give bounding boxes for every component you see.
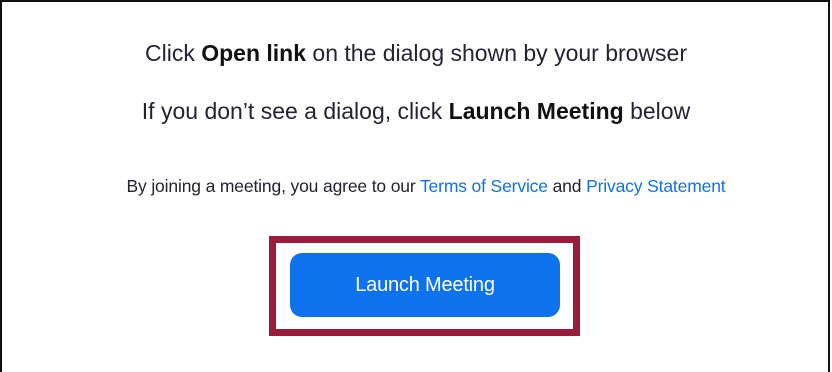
legal-agreement: By joining a meeting, you agree to our T… xyxy=(0,176,832,197)
terms-of-service-link[interactable]: Terms of Service xyxy=(420,176,548,196)
instruction-emphasis-open-link: Open link xyxy=(201,40,307,66)
launch-meeting-button[interactable]: Launch Meeting xyxy=(290,253,560,317)
instruction-text: on the dialog shown by your browser xyxy=(306,40,688,66)
instruction-emphasis-launch-meeting: Launch Meeting xyxy=(448,98,624,124)
instruction-open-link: Click Open link on the dialog shown by y… xyxy=(0,40,832,67)
legal-text: and xyxy=(547,176,587,196)
instruction-text: below xyxy=(623,98,691,124)
legal-text: By joining a meeting, you agree to our xyxy=(126,176,420,196)
privacy-statement-link[interactable]: Privacy Statement xyxy=(586,176,726,196)
instruction-text: If you don’t see a dialog, click xyxy=(141,98,449,124)
instruction-launch-meeting: If you don’t see a dialog, click Launch … xyxy=(0,98,832,125)
instruction-text: Click xyxy=(144,40,202,66)
